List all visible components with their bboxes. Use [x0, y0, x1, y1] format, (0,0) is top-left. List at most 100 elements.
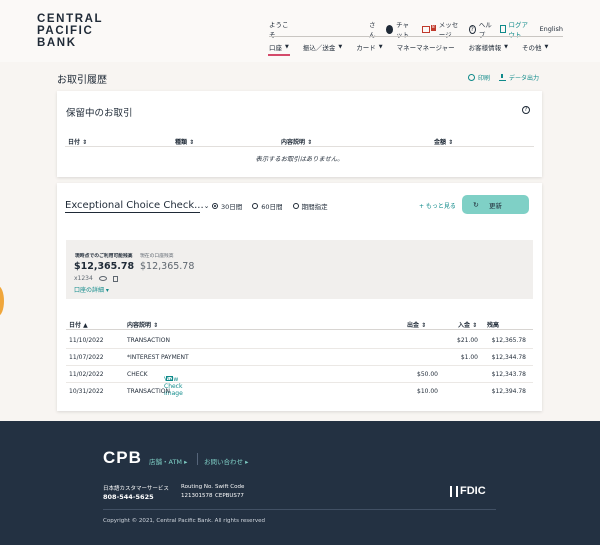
refresh-label: 更新 — [489, 201, 502, 210]
nav-label: お客様情報 — [468, 44, 502, 52]
nav-label: 口座 — [269, 44, 282, 52]
footer-divider — [103, 509, 496, 510]
page-actions: 印刷 データ出力 — [459, 73, 539, 82]
nav-item-cards[interactable]: カード ▼ — [349, 40, 389, 54]
column-header-type[interactable]: 種類 ⇕ — [175, 137, 194, 146]
print-icon — [467, 74, 475, 81]
print-button[interactable]: 印刷 — [467, 73, 490, 82]
pending-table-header: 日付 ⇕ 種類 ⇕ 内容説明 ⇕ 金額 ⇕ — [65, 135, 534, 147]
radio-30-days[interactable]: 30日間 — [212, 201, 242, 211]
current-balance-value: $12,365.78 — [140, 261, 195, 272]
row-date: 11/10/2022 — [69, 337, 104, 344]
language-link[interactable]: English — [540, 25, 563, 33]
column-header-withdrawal[interactable]: 出金 ⇕ — [407, 320, 426, 329]
branches-atm-link[interactable]: 店舗・ATM ▸ — [149, 456, 187, 466]
phone-number[interactable]: 808-544-5625 — [103, 493, 154, 501]
row-date: 11/07/2022 — [69, 354, 104, 361]
nav-item-customer-info[interactable]: お客様情報 ▼ — [462, 40, 515, 54]
contact-link[interactable]: お問い合わせ ▸ — [204, 456, 248, 466]
account-details-link[interactable]: 口座の詳細 ▾ — [74, 285, 109, 294]
nav-item-other[interactable]: その他 ▼ — [515, 40, 555, 54]
radio-60-days[interactable]: 60日間 — [252, 201, 283, 211]
table-row[interactable]: 11/07/2022 *INTEREST PAYMENT $1.00 $12,3… — [66, 349, 533, 366]
available-balance-value: $12,365.78 — [74, 261, 135, 272]
eye-icon[interactable] — [98, 276, 107, 281]
fdic-text: FDIC — [460, 485, 486, 497]
radio-label: 60日間 — [261, 203, 283, 211]
image-icon — [166, 376, 173, 381]
current-balance-label: 現在の口座残高 — [140, 254, 174, 259]
row-description: *INTEREST PAYMENT — [127, 354, 189, 361]
row-date: 10/31/2022 — [69, 388, 104, 395]
help-icon[interactable]: ? — [522, 106, 530, 114]
radio-label: 30日間 — [221, 203, 243, 211]
row-balance: $12,394.78 — [491, 388, 526, 395]
radio-dot-icon — [252, 203, 259, 209]
row-deposit: $21.00 — [457, 337, 478, 344]
chevron-down-icon: ▼ — [285, 44, 289, 50]
nav-item-transfers[interactable]: 振込／送金 ▼ — [296, 40, 349, 54]
messages-badge: 8 — [430, 24, 436, 31]
export-label: データ出力 — [508, 75, 539, 82]
header-divider — [269, 36, 563, 37]
transactions-card: Exceptional Choice Check... ⌄ 30日間 60日間 … — [57, 183, 542, 411]
table-row[interactable]: 11/02/2022 CHECK View Check Image $50.00… — [66, 366, 533, 397]
show-more-link[interactable]: + もっと見る — [419, 201, 456, 210]
column-header-description[interactable]: 内容説明 ⇕ — [281, 137, 312, 146]
row-withdrawal: $10.00 — [417, 388, 438, 395]
account-select-value: Exceptional Choice Check... — [65, 200, 204, 211]
main-nav: 口座 ▼ 振込／送金 ▼ カード ▼ マネーマネージャー お客様情報 ▼ その他… — [262, 40, 566, 56]
fdic-bars-icon — [450, 485, 458, 497]
logo-line: PACIFIC — [37, 25, 94, 37]
nav-label: 振込／送金 — [302, 44, 336, 52]
utility-bar: ようこそ さん チャット 8 メッセージ ? ヘルプ ログアウト English — [269, 21, 563, 39]
column-header-date[interactable]: 日付 ⇕ — [68, 137, 87, 146]
download-icon — [498, 74, 506, 81]
bank-logo[interactable]: CENTRAL PACIFIC BANK — [37, 13, 103, 49]
column-header-deposit[interactable]: 入金 ⇕ — [458, 320, 477, 329]
account-number: x1234 — [74, 275, 118, 282]
column-header-date[interactable]: 日付 ▲ — [69, 320, 88, 329]
nav-item-accounts[interactable]: 口座 ▼ — [262, 40, 296, 56]
routing-value: 121301578 — [181, 493, 213, 499]
chevron-down-icon: ▼ — [338, 44, 343, 50]
nav-label: その他 — [521, 44, 542, 52]
nav-label: カード — [356, 44, 376, 52]
copy-icon[interactable] — [112, 275, 118, 282]
radio-dot-icon — [292, 203, 299, 209]
chevron-down-icon: ▼ — [504, 44, 508, 50]
radio-dot-icon — [212, 203, 218, 209]
side-tab[interactable] — [0, 286, 4, 316]
page-title: お取引履歴 — [57, 75, 107, 86]
logout-icon — [499, 25, 506, 33]
chevron-down-icon: ▼ — [378, 44, 383, 50]
footer-logo[interactable]: CPB — [103, 448, 142, 468]
column-header-amount[interactable]: 金額 ⇕ — [434, 137, 453, 146]
empty-message: 表示するお取引はありません。 — [255, 156, 344, 163]
radio-label: 期間指定 — [301, 203, 328, 211]
header: CENTRAL PACIFIC BANK ようこそ さん チャット 8 メッセー… — [0, 0, 600, 62]
fdic-logo: FDIC — [450, 485, 486, 497]
pending-title: 保留中のお取引 — [66, 108, 133, 119]
period-filter: 30日間 60日間 期間指定 — [212, 201, 338, 211]
nav-item-money-manager[interactable]: マネーマネージャー — [390, 40, 462, 54]
export-button[interactable]: データ出力 — [498, 73, 539, 82]
column-header-description[interactable]: 内容説明 ⇕ — [127, 320, 158, 329]
refresh-button[interactable]: ↻ 更新 — [462, 195, 529, 214]
logo-line: CENTRAL — [37, 13, 104, 25]
table-row[interactable]: 11/10/2022 TRANSACTION $21.00 $12,365.78 — [66, 332, 533, 349]
footer: CPB 店舗・ATM ▸ お問い合わせ ▸ 日本語カスタマーサービス 808-5… — [0, 421, 600, 545]
chevron-down-icon: ▼ — [544, 44, 549, 50]
account-select[interactable]: Exceptional Choice Check... ⌄ — [65, 199, 210, 213]
row-balance: $12,343.78 — [491, 371, 526, 378]
logo-line: BANK — [37, 37, 77, 49]
routing-label: Routing No. — [181, 484, 213, 490]
jp-service-label: 日本語カスタマーサービス — [103, 486, 169, 492]
available-balance-label: 現時点でのご利用可能残高 — [75, 254, 133, 259]
help-icon: ? — [468, 24, 476, 34]
pending-transactions-card: 保留中のお取引 ? 日付 ⇕ 種類 ⇕ 内容説明 ⇕ 金額 ⇕ 表示するお取引は… — [57, 91, 542, 177]
transactions-table-header: 日付 ▲ 内容説明 ⇕ 出金 ⇕ 入金 ⇕ 残高 — [66, 319, 533, 330]
account-number-text: x1234 — [74, 275, 93, 282]
table-row[interactable]: 10/31/2022 TRANSACTION $10.00 $12,394.78 — [66, 383, 533, 400]
radio-custom-period[interactable]: 期間指定 — [292, 201, 328, 211]
